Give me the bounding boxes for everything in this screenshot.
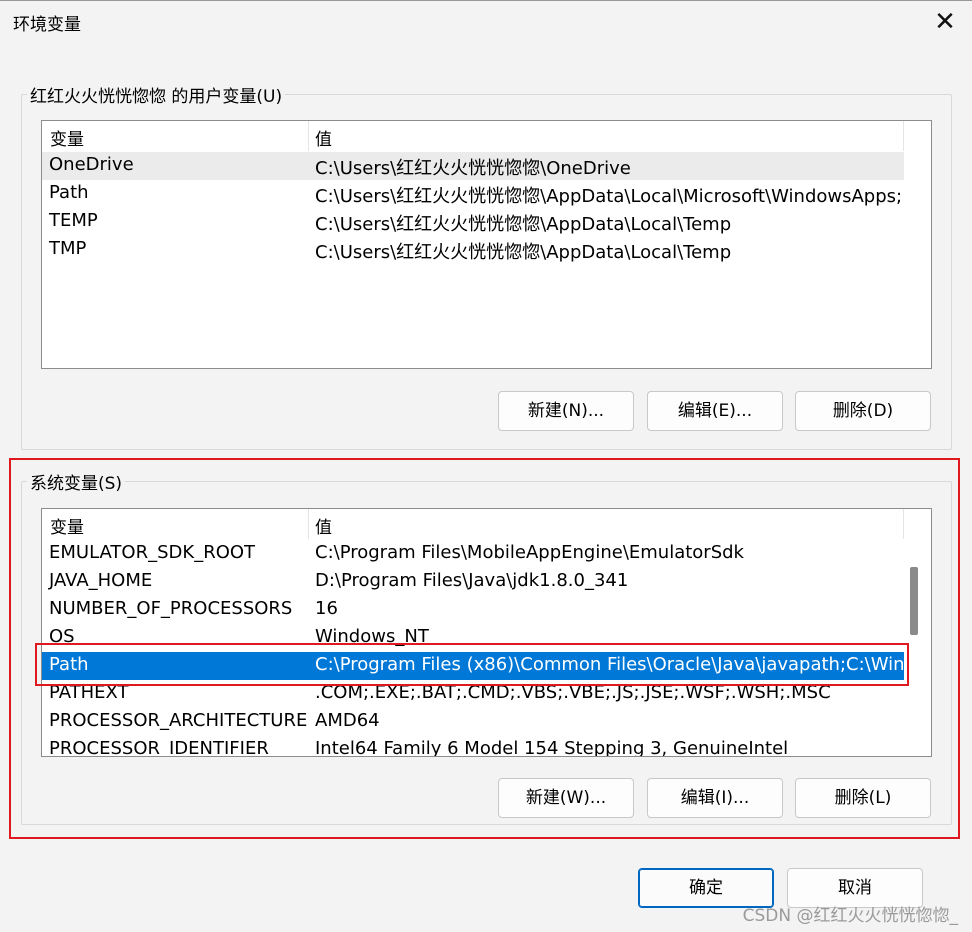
close-icon[interactable]: ✕ bbox=[928, 5, 962, 39]
table-row[interactable]: OneDrive C:\Users\红红火火恍恍惚惚\OneDrive bbox=[42, 152, 904, 180]
user-edit-button[interactable]: 编辑(E)... bbox=[647, 391, 783, 431]
var-name: Path bbox=[49, 182, 89, 203]
table-row[interactable]: TMP C:\Users\红红火火恍恍惚惚\AppData\Local\Temp bbox=[42, 236, 904, 264]
user-vars-label: 红红火火恍恍惚惚 的用户变量(U) bbox=[27, 82, 286, 107]
table-row[interactable]: Path C:\Users\红红火火恍恍惚惚\AppData\Local\Mic… bbox=[42, 180, 904, 208]
user-new-button[interactable]: 新建(N)... bbox=[498, 391, 634, 431]
table-row[interactable]: TEMP C:\Users\红红火火恍恍惚惚\AppData\Local\Tem… bbox=[42, 208, 904, 236]
watermark: CSDN @红红火火恍恍惚惚_ bbox=[742, 906, 958, 926]
column-header-value[interactable]: 值 bbox=[315, 125, 332, 150]
var-name: TEMP bbox=[49, 210, 98, 231]
title-bar: 环境变量 ✕ bbox=[0, 0, 972, 46]
user-vars-list[interactable]: 变量 值 OneDrive C:\Users\红红火火恍恍惚惚\OneDrive… bbox=[41, 120, 932, 369]
annotation-box-path-row bbox=[35, 643, 909, 686]
var-value: C:\Users\红红火火恍恍惚惚\AppData\Local\Temp bbox=[315, 242, 732, 263]
var-value: C:\Users\红红火火恍恍惚惚\OneDrive bbox=[315, 158, 631, 179]
list-header: 变量 值 bbox=[42, 121, 904, 151]
var-name: TMP bbox=[49, 238, 87, 259]
column-header-name[interactable]: 变量 bbox=[50, 125, 84, 150]
var-value: C:\Users\红红火火恍恍惚惚\AppData\Local\Temp bbox=[315, 214, 732, 235]
user-delete-button[interactable]: 删除(D) bbox=[795, 391, 931, 431]
var-value: C:\Users\红红火火恍恍惚惚\AppData\Local\Microsof… bbox=[315, 186, 903, 207]
var-name: OneDrive bbox=[49, 154, 134, 175]
window-title: 环境变量 bbox=[13, 15, 81, 35]
